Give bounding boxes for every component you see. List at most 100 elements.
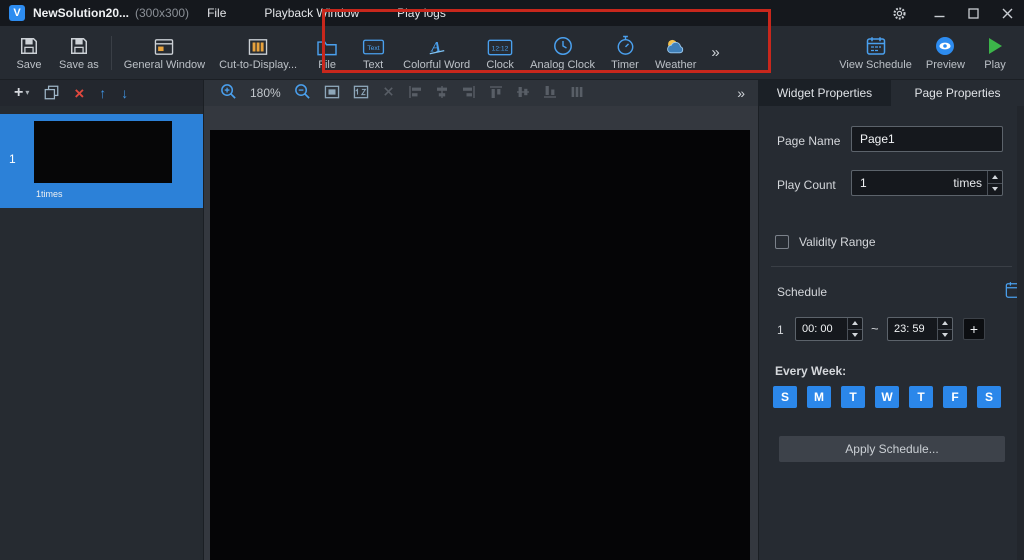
folder-icon xyxy=(316,34,338,56)
save-as-button[interactable]: Save as xyxy=(52,26,106,79)
actual-size-button[interactable] xyxy=(353,85,369,102)
widget-colorful-word-button[interactable]: A Colorful Word xyxy=(396,26,477,79)
page-index: 1 xyxy=(9,152,16,166)
stepper-up-icon[interactable] xyxy=(847,318,862,329)
save-button[interactable]: Save xyxy=(6,26,52,79)
week-day-saturday-button[interactable]: S xyxy=(977,386,1001,408)
add-schedule-row-button[interactable]: + xyxy=(963,318,985,340)
menu-file[interactable]: File xyxy=(207,6,226,20)
window-controls xyxy=(882,0,1024,26)
widget-file-button[interactable]: File xyxy=(304,26,350,79)
stepper-down-icon[interactable] xyxy=(937,328,952,340)
widget-weather-button[interactable]: Weather xyxy=(648,26,703,79)
widget-timer-button[interactable]: Timer xyxy=(602,26,648,79)
play-count-stepper xyxy=(987,171,1002,195)
pages-sidebar: 1 1times xyxy=(0,106,204,560)
distribute-horizontal-button[interactable] xyxy=(570,85,584,102)
play-count-label: Play Count xyxy=(777,178,836,192)
view-schedule-button[interactable]: View Schedule xyxy=(832,34,919,71)
toolbar-separator xyxy=(110,35,112,70)
save-as-label: Save as xyxy=(59,59,99,71)
widget-clock-label: Clock xyxy=(486,59,514,71)
weather-icon xyxy=(663,34,689,56)
minimize-button[interactable] xyxy=(922,0,956,26)
week-day-friday-button[interactable]: F xyxy=(943,386,967,408)
title-bar: V NewSolution20... (300x300) File Playba… xyxy=(0,0,1024,26)
widget-clock-button[interactable]: 12:12 Clock xyxy=(477,26,523,79)
properties-scrollbar[interactable] xyxy=(1017,106,1024,560)
canvas-toolbar-more-button[interactable]: » xyxy=(737,85,745,101)
week-day-monday-button[interactable]: M xyxy=(807,386,831,408)
zoom-out-button[interactable] xyxy=(294,83,311,103)
page-name-field xyxy=(851,126,1003,152)
add-page-button[interactable]: + ▾ xyxy=(14,85,29,101)
copy-page-button[interactable] xyxy=(44,85,59,102)
menu-playback-window[interactable]: Playback Window xyxy=(264,6,359,20)
close-button[interactable] xyxy=(990,0,1024,26)
page-name-input[interactable] xyxy=(852,127,1002,151)
toolbar-right-group: View Schedule Preview Play xyxy=(832,34,1018,71)
zoom-in-button[interactable] xyxy=(220,83,237,103)
apply-schedule-button[interactable]: Apply Schedule... xyxy=(779,436,1005,462)
validity-range-checkbox[interactable] xyxy=(775,235,789,249)
week-day-thursday-button[interactable]: T xyxy=(909,386,933,408)
digital-clock-icon: 12:12 xyxy=(487,34,513,56)
app-logo-icon: V xyxy=(9,5,25,21)
stepper-down-icon[interactable] xyxy=(847,328,862,340)
canvas-area xyxy=(204,106,758,560)
move-page-up-button[interactable]: ↑ xyxy=(99,86,106,100)
page-repeat-label: 1times xyxy=(36,189,63,199)
schedule-start-stepper xyxy=(847,318,862,340)
tab-widget-properties[interactable]: Widget Properties xyxy=(758,80,891,106)
preview-eye-icon xyxy=(935,34,955,56)
menu-play-logs[interactable]: Play logs xyxy=(397,6,446,20)
delete-page-button[interactable]: × xyxy=(74,85,84,102)
properties-tabs: Widget Properties Page Properties xyxy=(758,80,1024,106)
widget-file-label: File xyxy=(318,59,336,71)
edit-canvas[interactable] xyxy=(210,130,750,560)
page-list-item[interactable]: 1 1times xyxy=(0,114,203,208)
stepper-down-icon[interactable] xyxy=(987,182,1002,195)
week-day-tuesday-button[interactable]: T xyxy=(841,386,865,408)
app-window: V NewSolution20... (300x300) File Playba… xyxy=(0,0,1024,560)
general-window-label: General Window xyxy=(123,59,206,71)
widget-colorful-word-label: Colorful Word xyxy=(403,59,471,71)
maximize-button[interactable] xyxy=(956,0,990,26)
week-day-wednesday-button[interactable]: W xyxy=(875,386,899,408)
toolbar-more-button[interactable]: » xyxy=(703,44,726,61)
preview-button[interactable]: Preview xyxy=(919,34,972,71)
align-right-button[interactable] xyxy=(462,85,476,102)
tab-page-properties[interactable]: Page Properties xyxy=(891,80,1024,106)
play-icon xyxy=(986,34,1004,56)
align-horizontal-center-button[interactable] xyxy=(435,85,449,102)
move-page-down-button[interactable]: ↓ xyxy=(121,86,128,100)
svg-text:Text: Text xyxy=(367,45,380,52)
widget-text-button[interactable]: Text Text xyxy=(350,26,396,79)
delete-widget-button[interactable] xyxy=(382,85,395,101)
widget-text-label: Text xyxy=(363,59,384,71)
stepper-up-icon[interactable] xyxy=(937,318,952,329)
widget-timer-label: Timer xyxy=(611,59,639,71)
week-day-row: S M T W T F S xyxy=(759,386,1024,408)
stepper-up-icon[interactable] xyxy=(987,171,1002,183)
align-vertical-center-button[interactable] xyxy=(516,85,530,102)
zoom-level-value: 180% xyxy=(250,86,281,100)
general-window-button[interactable]: General Window xyxy=(117,26,212,79)
cut-to-display-icon xyxy=(248,34,268,56)
text-icon: Text xyxy=(362,34,385,56)
align-left-button[interactable] xyxy=(408,85,422,102)
week-day-sunday-button[interactable]: S xyxy=(773,386,797,408)
fit-to-window-button[interactable] xyxy=(324,85,340,102)
align-bottom-button[interactable] xyxy=(543,85,557,102)
main-toolbar: Save Save as General Window Cut-to-Displ… xyxy=(0,26,1024,80)
page-thumbnail[interactable] xyxy=(34,121,172,183)
play-button[interactable]: Play xyxy=(972,34,1018,71)
page-toolbar: + ▾ × ↑ ↓ xyxy=(0,80,204,106)
widget-analog-clock-button[interactable]: Analog Clock xyxy=(523,26,602,79)
cut-to-display-button[interactable]: Cut-to-Display... xyxy=(212,26,304,79)
align-top-button[interactable] xyxy=(489,85,503,102)
settings-gear-icon[interactable] xyxy=(882,0,916,26)
view-schedule-label: View Schedule xyxy=(839,59,912,71)
menu-bar: File Playback Window Play logs xyxy=(207,6,446,20)
plus-icon: + xyxy=(14,84,24,101)
